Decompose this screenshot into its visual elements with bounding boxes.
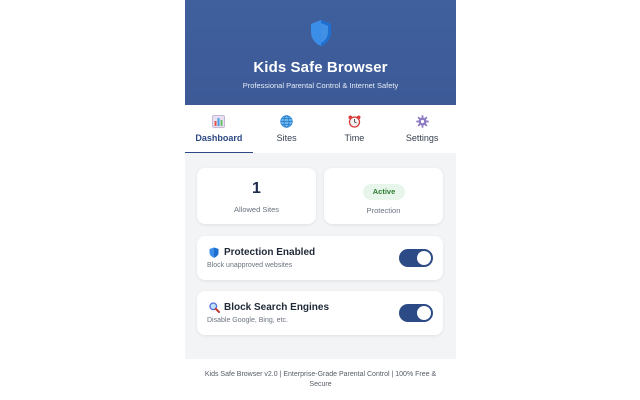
tab-settings-label: Settings <box>405 133 439 143</box>
block-search-engines-description: Disable Google, Bing, etc. <box>207 317 288 324</box>
block-search-engines-title: Block Search Engines <box>224 302 330 313</box>
app-title: Kids Safe Browser <box>253 59 388 76</box>
status-badge: Active <box>363 184 405 200</box>
app-subtitle: Professional Parental Control & Internet… <box>242 81 399 90</box>
tab-dashboard[interactable]: Dashboard <box>185 105 253 154</box>
dashboard-panel: 1 Allowed Sites Active Protection Protec… <box>185 153 456 359</box>
toggle-knob <box>417 306 431 320</box>
tab-dashboard-label: Dashboard <box>195 133 243 143</box>
gear-icon <box>388 115 456 129</box>
allowed-sites-card: 1 Allowed Sites <box>197 168 316 224</box>
protection-enabled-row: Protection Enabled Block unapproved webs… <box>197 236 443 280</box>
footer-line-1: Kids Safe Browser v2.0 | Enterprise-Grad… <box>204 371 437 378</box>
tab-time-label: Time <box>344 133 365 143</box>
tab-sites-label: Sites <box>276 133 297 143</box>
tab-bar: Dashboard Sites Time Settings <box>185 105 456 154</box>
header: Kids Safe Browser Professional Parental … <box>185 0 456 105</box>
footer: Kids Safe Browser v2.0 | Enterprise-Grad… <box>185 359 456 390</box>
protection-enabled-title: Protection Enabled <box>224 247 316 258</box>
globe-icon <box>253 115 321 129</box>
footer-line-2: Secure <box>309 381 332 388</box>
block-search-engines-toggle[interactable] <box>399 304 433 322</box>
tab-sites[interactable]: Sites <box>253 105 321 153</box>
logo-shield-icon <box>185 19 456 49</box>
bar-chart-icon <box>185 115 253 129</box>
tab-settings[interactable]: Settings <box>388 105 456 153</box>
shield-icon <box>209 247 220 258</box>
allowed-sites-label: Allowed Sites <box>233 205 280 214</box>
protection-enabled-description: Block unapproved websites <box>207 262 293 269</box>
toggle-knob <box>417 251 431 265</box>
extension-popup: Kids Safe Browser Professional Parental … <box>185 0 456 400</box>
protection-enabled-toggle[interactable] <box>399 249 433 267</box>
tab-time[interactable]: Time <box>321 105 389 153</box>
block-search-engines-row: Block Search Engines Disable Google, Bin… <box>197 291 443 335</box>
alarm-clock-icon <box>321 115 389 129</box>
protection-status-card: Active Protection <box>324 168 443 224</box>
allowed-sites-count: 1 <box>252 180 261 197</box>
magnifier-icon <box>209 302 220 313</box>
protection-label: Protection <box>366 206 401 215</box>
